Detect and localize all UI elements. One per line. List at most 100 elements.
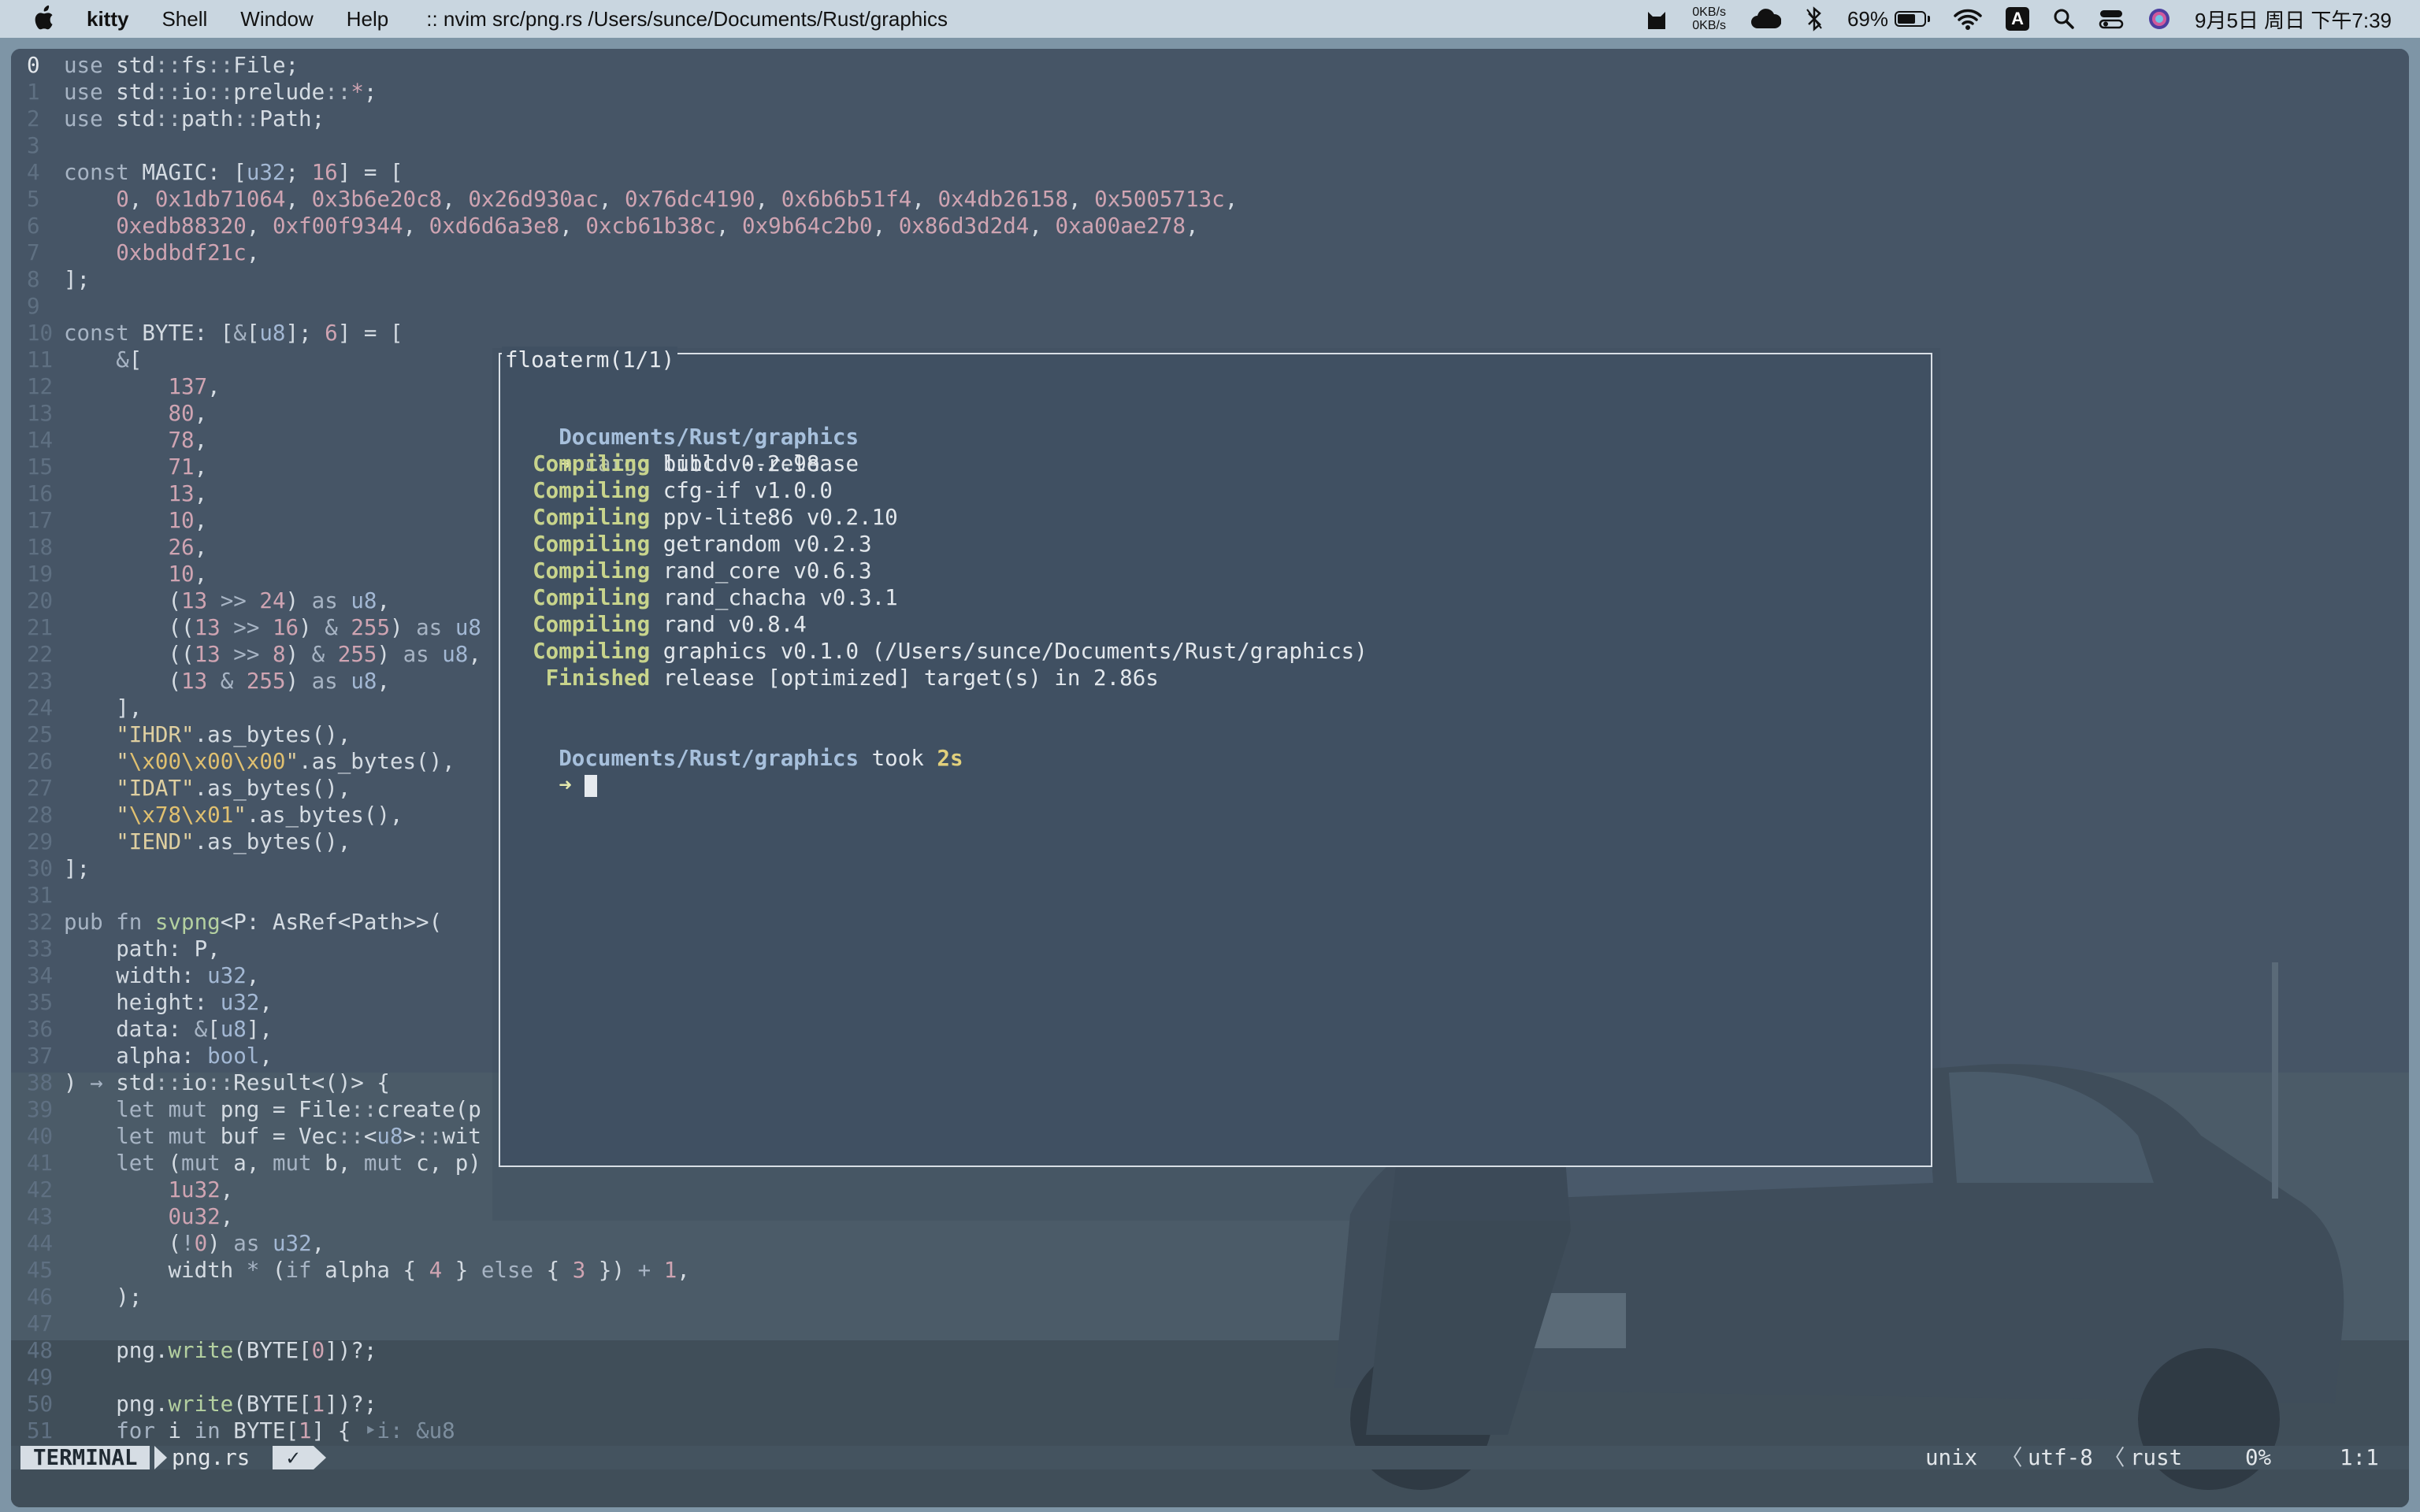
code-text: ]; [64,267,91,292]
line-number: 29 [27,829,54,854]
check-icon: ✓ [273,1446,314,1469]
line-number: 9 [27,294,40,319]
line-number: 19 [27,561,54,587]
wifi-icon[interactable] [1954,8,1982,30]
cat-icon[interactable] [1645,7,1668,31]
siri-icon[interactable] [2147,7,2171,31]
code-text: 26, [168,535,208,560]
code-text: 0, 0x1db71064, 0x3b6e20c8, 0x26d930ac, 0… [116,187,1238,212]
line-number: 25 [27,722,54,747]
line-number: 3 [27,133,40,158]
menu-window[interactable]: Window [240,7,313,32]
line-number: 46 [27,1284,54,1310]
line-number: 49 [27,1365,54,1390]
line-number: 27 [27,776,54,801]
input-method-icon[interactable]: A [2006,7,2030,31]
compile-line: Compiling getrandom v0.2.3 [507,531,872,558]
line-number: 8 [27,267,40,292]
compiling-label: Compiling [533,532,651,557]
code-text: 0xedb88320, 0xf00f9344, 0xd6d6a3e8, 0xcb… [116,213,1199,239]
compiling-label: Compiling [533,505,651,530]
compiling-label: Compiling [533,639,651,664]
battery-indicator[interactable]: 69% [1847,7,1931,32]
code-text: 71, [168,454,208,480]
code-text: pub fn svpng<P: AsRef<Path>>( [64,910,443,935]
code-text: (13 >> 24) as u8, [64,588,391,613]
code-text: const MAGIC: [u32; 16] = [ [64,160,403,185]
prompt-line: Documents/Rust/graphics [507,397,859,450]
line-number: 43 [27,1204,54,1229]
clock[interactable]: 9月5日 周日 下午7:39 [2195,5,2392,34]
code-text: "\x78\x01".as_bytes(), [116,802,403,828]
cloud-icon[interactable] [1750,8,1781,30]
line-number: 2 [27,106,40,132]
line-number: 16 [27,481,54,506]
line-number: 50 [27,1392,54,1417]
line-number: 14 [27,428,54,453]
line-number: 48 [27,1338,54,1363]
line-number: 24 [27,695,54,721]
status-area: 0KB/s 0KB/s 69% A 9月5日 周日 下午7:39 [1621,0,2392,38]
control-center-icon[interactable] [2099,8,2124,30]
apple-logo-icon[interactable] [32,4,58,34]
compile-line: Compiling rand_core v0.6.3 [507,558,871,584]
menu-app-kitty[interactable]: kitty [87,7,128,32]
line-number: 35 [27,990,54,1015]
window-title: :: nvim src/png.rs /Users/sunce/Document… [426,6,948,31]
line-number: 38 [27,1070,54,1095]
code-text: (13 & 255) as u8, [64,669,390,694]
code-text: ); [64,1284,143,1310]
compiling-label: Compiling [533,451,651,476]
code-text: png.write(BYTE[0])?; [64,1338,377,1363]
separator-icon-2: 〈 [2103,1445,2125,1470]
line-number: 17 [27,508,54,533]
crate-name: getrandom v0.2.3 [663,532,872,557]
battery-icon [1895,11,1927,27]
line-number: 7 [27,240,40,265]
line-number: 51 [27,1418,54,1443]
line-number: 33 [27,936,54,962]
net-up: 0KB/s [1692,6,1726,19]
statusline-fileformat: unix [1925,1445,1978,1470]
crate-name: rand_chacha v0.3.1 [663,585,898,610]
code-text: 0xbdbdf21c, [116,240,260,265]
command-line: ➜ cargo build --release [507,424,859,476]
terminal-window[interactable]: 0 use std::fs::File; 1 use std::io::prelude… [11,49,2409,1507]
finished-text: release [optimized] target(s) in 2.86s [663,665,1159,691]
line-number: 42 [27,1177,54,1203]
bluetooth-off-icon[interactable] [1805,6,1824,32]
menu-help[interactable]: Help [347,7,388,32]
input-line[interactable]: ➜ [507,745,598,798]
line-number: 47 [27,1311,54,1336]
crate-name: cfg-if v1.0.0 [663,478,833,503]
compile-line: Compiling libc v0.2.98 [507,450,819,477]
crate-name: graphics v0.1.0 (/Users/sunce/Documents/… [663,639,1368,664]
net-down: 0KB/s [1692,19,1726,32]
code-text: 80, [168,401,208,426]
network-speed[interactable]: 0KB/s 0KB/s [1692,6,1726,32]
code-text: "\x00\x00\x00".as_bytes(), [116,749,455,774]
spotlight-search-icon[interactable] [2053,8,2075,30]
code-text: data: &[u8], [64,1017,273,1042]
line-number: 40 [27,1124,54,1149]
line-number: 26 [27,749,54,774]
code-text: "IEND".as_bytes(), [116,829,351,854]
line-number: 6 [27,213,40,239]
code-text: let (mut a, mut b, mut c, p) [116,1151,481,1176]
line-number: 0 [27,53,40,78]
code-text: let mut buf = Vec::<u8>::wit [116,1124,481,1149]
code-text: width * (if alpha { 4 } else { 3 }) + 1, [64,1258,690,1283]
statusline-percent: 0% [2245,1445,2272,1470]
code-text: for i in BYTE[1] { ‣i: &u8 [116,1418,455,1443]
menu-shell[interactable]: Shell [161,7,207,32]
compiling-label: Compiling [533,612,651,637]
compiling-label: Compiling [533,558,651,584]
line-number: 5 [27,187,40,212]
finished-label: Finished [545,665,651,691]
separator-icon: 〈 [2001,1445,2023,1470]
code-text: 13, [168,481,208,506]
code-text: ], [64,695,143,721]
text-cursor [585,775,598,797]
code-text: png.write(BYTE[1])?; [64,1392,377,1417]
line-number: 12 [27,374,54,399]
